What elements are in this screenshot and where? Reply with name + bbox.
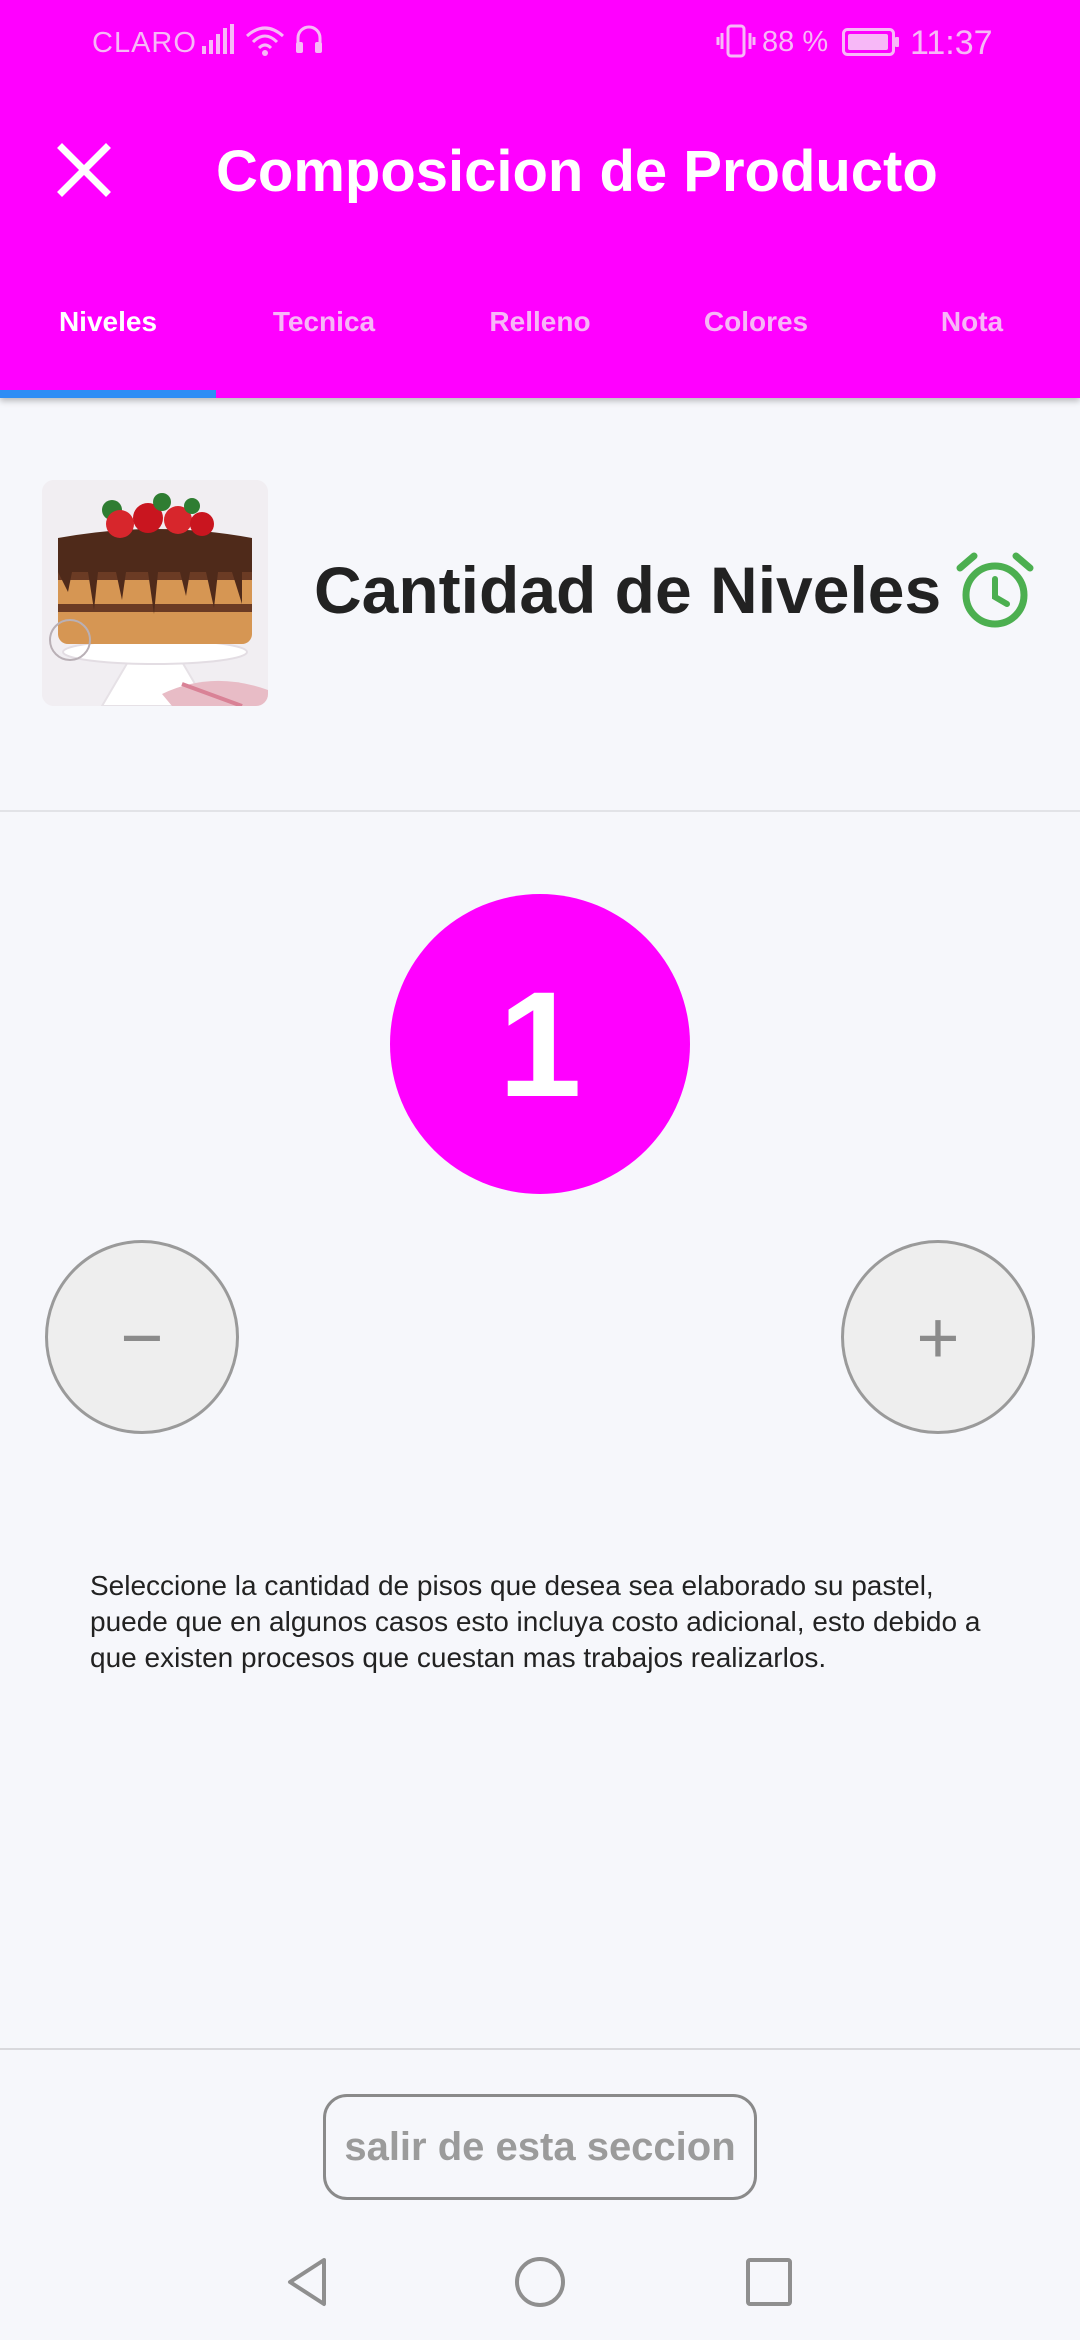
app-header: CLARO 88 % 11:37 Composicion de Producto…	[0, 0, 1080, 398]
close-button[interactable]	[52, 138, 116, 202]
battery-percent: 88 %	[762, 26, 829, 58]
decrement-button[interactable]: −	[45, 1240, 239, 1434]
tab-label: Niveles	[58, 306, 158, 337]
status-bar: CLARO 88 % 11:37	[0, 0, 1080, 86]
battery-icon	[842, 28, 900, 64]
tab-tecnica[interactable]: Tecnica	[216, 280, 432, 398]
home-button[interactable]	[512, 2254, 568, 2315]
signal-icon	[202, 24, 236, 62]
exit-section-button[interactable]: salir de esta seccion	[323, 2094, 757, 2200]
tab-nota[interactable]: Nota	[864, 280, 1080, 398]
home-icon	[515, 2257, 565, 2307]
recents-button[interactable]	[744, 2256, 794, 2313]
alarm-clock-icon[interactable]	[956, 552, 1034, 630]
minus-icon: −	[120, 1295, 164, 1379]
system-nav-bar	[0, 2236, 1080, 2340]
increment-button[interactable]: +	[841, 1240, 1035, 1434]
cake-image	[42, 480, 268, 706]
tab-bar: Niveles Tecnica Relleno Colores Nota	[0, 280, 1080, 398]
level-count-display: 1	[390, 894, 690, 1194]
headset-icon	[294, 24, 324, 64]
clock: 11:37	[910, 24, 993, 62]
close-icon	[57, 143, 111, 197]
section-title: Cantidad de Niveles	[314, 553, 942, 627]
tab-niveles[interactable]: Niveles	[0, 280, 216, 398]
back-icon	[288, 2258, 326, 2306]
tab-label: Tecnica	[272, 306, 376, 337]
vibrate-icon	[716, 24, 756, 66]
exit-button-label: salir de esta seccion	[344, 2124, 736, 2169]
recents-icon	[746, 2258, 792, 2306]
divider	[0, 2048, 1080, 2050]
page-title: Composicion de Producto	[216, 139, 938, 204]
wifi-icon	[244, 22, 286, 66]
tab-label: Colores	[703, 306, 809, 337]
tab-label: Nota	[940, 306, 1004, 337]
back-button[interactable]	[282, 2254, 332, 2315]
tab-relleno[interactable]: Relleno	[432, 280, 648, 398]
carrier-label: CLARO	[92, 27, 197, 59]
tab-colores[interactable]: Colores	[648, 280, 864, 398]
divider	[0, 810, 1080, 812]
tab-label: Relleno	[489, 306, 591, 337]
description-text: Seleccione la cantidad de pisos que dese…	[90, 1570, 981, 1673]
plus-icon: +	[916, 1295, 960, 1379]
tab-indicator	[0, 390, 216, 398]
